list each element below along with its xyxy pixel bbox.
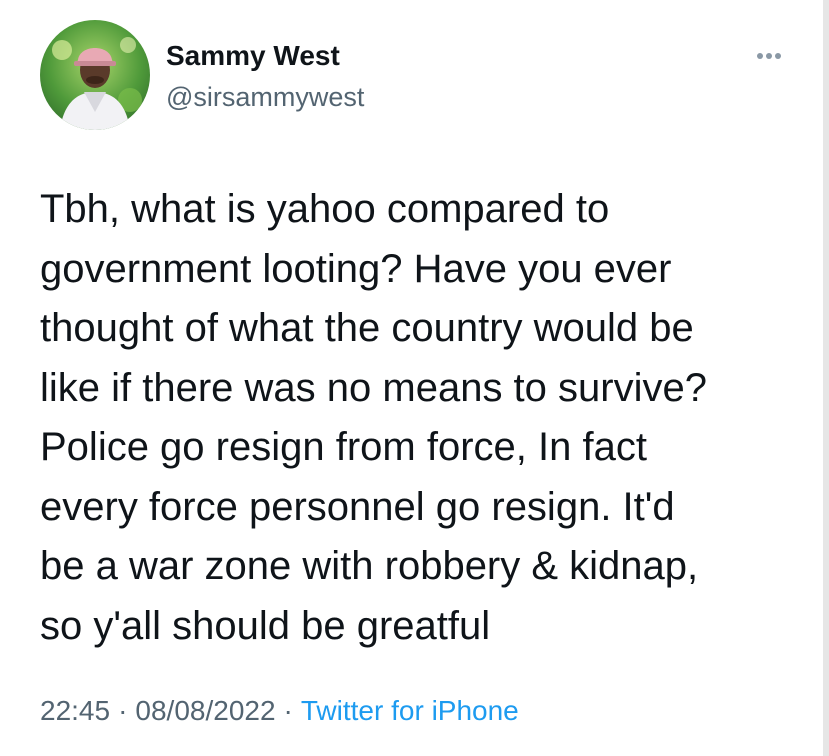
tweet-time[interactable]: 22:45 [40,695,110,726]
tweet-line: Tbh, what is yahoo compared to [40,187,610,231]
tweet-line: government looting? Have you ever [40,246,672,291]
profile-photo-icon [40,20,150,130]
window-edge [823,0,829,756]
more-options-button[interactable] [748,44,790,68]
tweet-line: be a war zone with robbery & kidnap, [40,544,699,588]
meta-separator: · [283,695,293,726]
tweet-line: thought of what the country would be [40,306,694,350]
tweet-line: like if there was no means to survive? [40,365,707,410]
more-dots-icon [757,53,781,59]
avatar[interactable] [40,20,150,130]
author-handle[interactable]: @sirsammywest [166,82,364,113]
tweet-text: Tbh, what is yahoo compared to governmen… [40,180,800,656]
tweet-line: Police go resign from force, In fact [40,425,647,469]
tweet-meta: 22:45 · 08/08/2022 · Twitter for iPhone [40,695,519,727]
meta-separator: · [118,695,128,726]
tweet-line: so y'all should be greatful [40,603,491,648]
author-display-name[interactable]: Sammy West [166,40,340,72]
tweet-date[interactable]: 08/08/2022 [135,695,275,726]
tweet-source-link[interactable]: Twitter for iPhone [301,695,519,726]
tweet-line: every force personnel go resign. It'd [40,484,675,529]
